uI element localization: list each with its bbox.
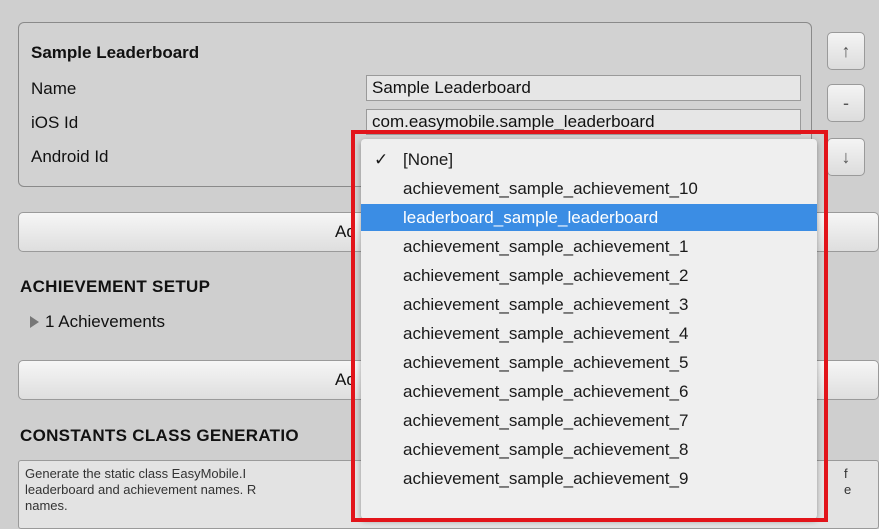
dropdown-option[interactable]: achievement_sample_achievement_1	[361, 233, 817, 260]
dropdown-option[interactable]: achievement_sample_achievement_9	[361, 465, 817, 492]
help-line-2: leaderboard and achievement names. R	[25, 482, 257, 497]
dropdown-option-label: achievement_sample_achievement_3	[403, 295, 689, 314]
help-line-2-end: e	[844, 482, 852, 497]
dropdown-option-label: leaderboard_sample_leaderboard	[403, 208, 659, 227]
dropdown-option[interactable]: achievement_sample_achievement_2	[361, 262, 817, 289]
move-down-button[interactable]: ↓	[827, 138, 865, 176]
achievements-foldout-label: 1 Achievements	[45, 312, 166, 331]
dropdown-option-label: achievement_sample_achievement_9	[403, 469, 689, 488]
dropdown-option[interactable]: achievement_sample_achievement_7	[361, 407, 817, 434]
dropdown-option[interactable]: ✓ [None]	[361, 146, 817, 173]
dropdown-option[interactable]: achievement_sample_achievement_8	[361, 436, 817, 463]
ios-id-label: iOS Id	[31, 113, 79, 132]
dropdown-option-label: achievement_sample_achievement_1	[403, 237, 689, 256]
checkmark-icon: ✓	[374, 150, 389, 169]
dropdown-option-label: achievement_sample_achievement_6	[403, 382, 689, 401]
add-leaderboard-label: Ad	[335, 222, 356, 241]
foldout-triangle-icon	[30, 316, 39, 328]
dropdown-option[interactable]: achievement_sample_achievement_6	[361, 378, 817, 405]
dropdown-option-label: achievement_sample_achievement_2	[403, 266, 689, 285]
arrow-down-icon: ↓	[841, 146, 851, 167]
dropdown-option-label: achievement_sample_achievement_4	[403, 324, 689, 343]
ios-id-field[interactable]: com.easymobile.sample_leaderboard	[366, 109, 801, 135]
name-field[interactable]: Sample Leaderboard	[366, 75, 801, 101]
android-id-label: Android Id	[31, 147, 109, 166]
move-up-button[interactable]: ↑	[827, 32, 865, 70]
dropdown-option[interactable]: achievement_sample_achievement_4	[361, 320, 817, 347]
dropdown-option[interactable]: achievement_sample_achievement_3	[361, 291, 817, 318]
dropdown-option[interactable]: achievement_sample_achievement_5	[361, 349, 817, 376]
dropdown-option-label: achievement_sample_achievement_10	[403, 179, 698, 198]
constants-class-title: CONSTANTS CLASS GENERATIO	[20, 426, 299, 445]
add-achievement-label: Ad	[335, 370, 356, 389]
dropdown-option-label: achievement_sample_achievement_8	[403, 440, 689, 459]
minus-icon: -	[843, 92, 849, 113]
help-line-1-end: f	[844, 466, 848, 481]
remove-button[interactable]: -	[827, 84, 865, 122]
settings-panel: Sample Leaderboard Name Sample Leaderboa…	[0, 0, 879, 529]
dropdown-option-selected[interactable]: leaderboard_sample_leaderboard	[361, 204, 817, 231]
dropdown-option-label: [None]	[403, 150, 454, 169]
achievements-foldout[interactable]: 1 Achievements	[30, 312, 165, 332]
help-line-1: Generate the static class EasyMobile.I	[25, 466, 247, 481]
name-label: Name	[31, 79, 77, 98]
arrow-up-icon: ↑	[841, 40, 851, 61]
dropdown-option-label: achievement_sample_achievement_5	[403, 353, 689, 372]
android-id-dropdown[interactable]: ✓ [None] achievement_sample_achievement_…	[361, 139, 817, 519]
dropdown-option[interactable]: achievement_sample_achievement_10	[361, 175, 817, 202]
dropdown-option-label: achievement_sample_achievement_7	[403, 411, 689, 430]
leaderboard-title: Sample Leaderboard	[31, 43, 200, 62]
achievement-setup-title: ACHIEVEMENT SETUP	[20, 277, 211, 296]
